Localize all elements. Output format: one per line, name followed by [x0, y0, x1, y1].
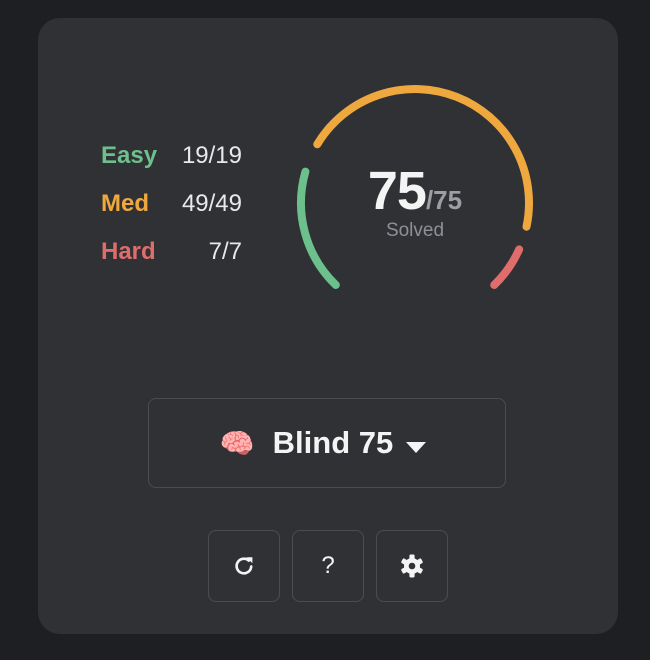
gauge-center: 75/75 Solved: [290, 160, 540, 242]
stat-row-hard: Hard 7/7: [101, 234, 242, 282]
gear-icon: [401, 554, 423, 578]
medium-label: Med: [101, 190, 149, 217]
difficulty-stats: Easy 19/19 Med 49/49 Hard 7/7: [101, 138, 242, 282]
solved-count: 75: [367, 161, 427, 221]
refresh-button[interactable]: [208, 530, 280, 602]
hard-count: 7/7: [208, 238, 242, 265]
settings-button[interactable]: [376, 530, 448, 602]
stats-card: Easy 19/19 Med 49/49 Hard 7/7 75/75 Solv…: [38, 18, 618, 634]
solved-caption: Solved: [385, 220, 445, 241]
brain-icon: 🧠: [219, 427, 255, 459]
medium-count: 49/49: [181, 190, 242, 217]
help-icon: ?: [321, 552, 335, 579]
gauge-arc-hard: [490, 245, 524, 289]
help-button[interactable]: ?: [292, 530, 364, 602]
problem-list-dropdown[interactable]: 🧠 Blind 75: [148, 398, 506, 488]
solved-summary: 75/75: [290, 160, 540, 222]
hard-label: Hard: [101, 238, 156, 265]
easy-count: 19/19: [181, 142, 242, 169]
problem-list-label: Blind 75: [272, 425, 394, 460]
easy-label: Easy: [101, 142, 158, 169]
stat-row-easy: Easy 19/19: [101, 138, 242, 186]
refresh-icon: [235, 557, 253, 575]
progress-gauge: 75/75 Solved: [290, 78, 540, 328]
stat-row-medium: Med 49/49: [101, 186, 242, 234]
solved-total: /75: [425, 185, 463, 215]
chevron-down-icon: [406, 441, 427, 453]
